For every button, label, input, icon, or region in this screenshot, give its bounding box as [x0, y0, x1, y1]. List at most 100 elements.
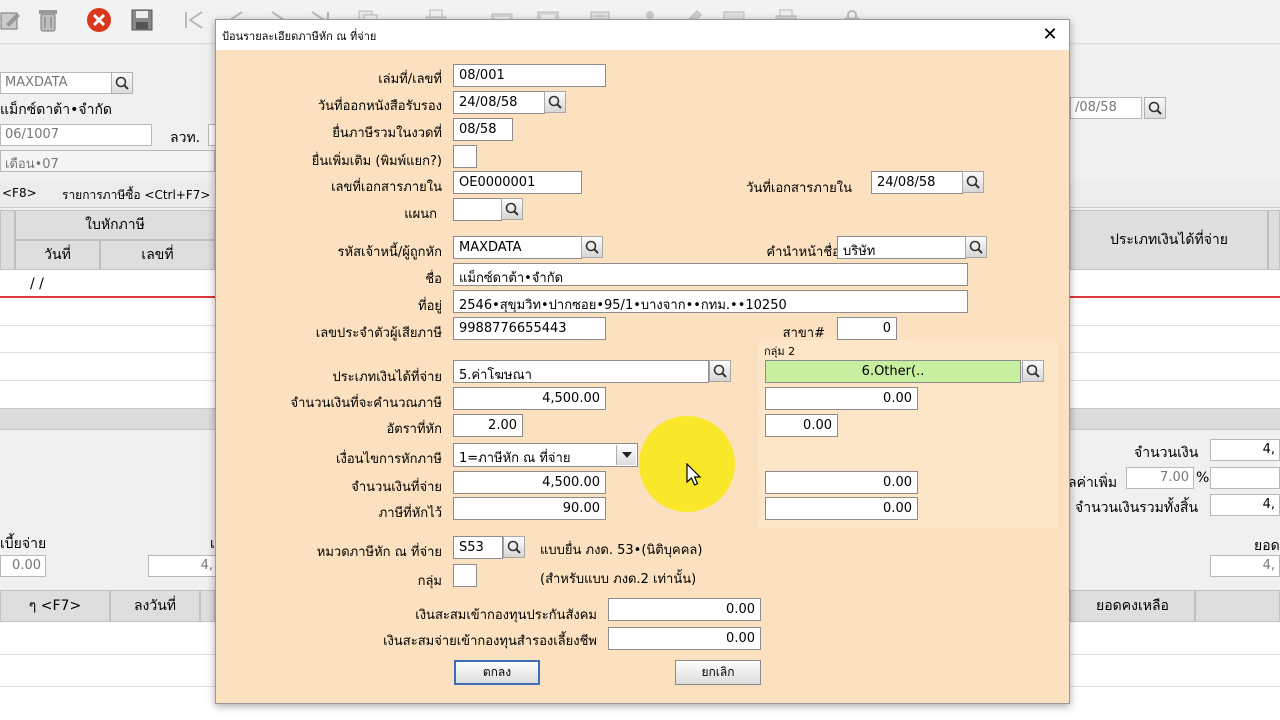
internal-doc-field[interactable]: OE0000001	[453, 171, 582, 194]
tax-id-label: ลวท.	[170, 130, 201, 146]
payer-code-label: รหัสเจ้าหนี้/ผู้ถูกหัก	[337, 245, 442, 260]
rate-2-field[interactable]: 0.00	[765, 414, 838, 437]
book-no-label: เล่มที่/เลขที่	[378, 72, 442, 87]
rate-label: อัตราที่หัก	[386, 422, 442, 437]
prefix-search-icon[interactable]	[965, 236, 987, 258]
file-period-field[interactable]: 08/58	[453, 118, 513, 141]
book-no-field[interactable]: 08/001	[453, 64, 606, 87]
cert-date-label: วันที่ออกหนังสือรับรอง	[317, 99, 442, 114]
vat-rate-field[interactable]: 7.00	[1126, 467, 1194, 489]
income-type-label: ประเภทเงินได้ที่จ่าย	[332, 370, 442, 385]
company-name-label: แม็กซ์ดาต้า•จำกัด	[0, 102, 113, 118]
taxable-amount-field[interactable]: 4,500.00	[453, 387, 606, 410]
group-field[interactable]	[453, 564, 477, 587]
income-type-field[interactable]: 5.ค่าโฆษณา	[453, 360, 709, 383]
tax-id-field[interactable]: 9988776655443	[453, 317, 606, 340]
withheld-field[interactable]: 90.00	[453, 497, 606, 520]
income-type-2-field[interactable]: 6.Other(..	[765, 360, 1021, 383]
mid-amount-field[interactable]: 4,	[148, 555, 218, 577]
internal-doc-date-field[interactable]: 24/08/58	[871, 171, 963, 194]
grid-corner	[0, 210, 15, 270]
withheld-label: ภาษีที่หักไว้	[378, 506, 442, 521]
save-icon[interactable]	[126, 4, 158, 36]
chevron-down-icon[interactable]	[616, 445, 636, 465]
social-security-field[interactable]: 0.00	[608, 598, 761, 621]
taxable-amount-2-field[interactable]: 0.00	[765, 387, 918, 410]
vat-pct: %	[1196, 470, 1210, 486]
close-icon[interactable]: ✕	[1041, 26, 1059, 44]
grand-total-field[interactable]: 4,	[1210, 494, 1280, 516]
taxable-amount-label: จำนวนเงินที่จะคำนวณภาษี	[290, 396, 442, 411]
wht-category-search-icon[interactable]	[503, 536, 525, 558]
address-field[interactable]: 2546•สุขุมวิท•ปากซอย•95/1•บางจาก••กทม.••…	[453, 290, 968, 313]
payer-code-field[interactable]: MAXDATA	[453, 236, 582, 259]
first-record-icon[interactable]	[178, 4, 210, 36]
cancel-icon[interactable]	[83, 4, 115, 36]
internal-doc-date-label: วันที่เอกสารภายใน	[746, 181, 852, 196]
branch-field[interactable]: 0	[837, 317, 897, 340]
additional-filing-label: ยื่นเพิ่มเติม (พิมพ์แยก?)	[311, 154, 442, 169]
department-label: แผนก	[404, 207, 437, 222]
cert-date-field[interactable]: 24/08/58	[453, 91, 545, 114]
name-label: ชื่อ	[425, 272, 442, 287]
right-date-search-icon[interactable]	[1144, 97, 1166, 119]
company-search-icon[interactable]	[111, 72, 133, 94]
interest-label: เบี้ยจ่าย	[0, 536, 47, 552]
bottom-grid-header-balance: ยอดคงเหลือ	[1070, 590, 1195, 622]
grid-header-date: วันที่	[15, 240, 100, 270]
rate-field[interactable]: 2.00	[453, 414, 523, 437]
name-field[interactable]: แม็กซ์ดาต้า•จำกัด	[453, 263, 968, 286]
amount-field[interactable]: 4,	[1210, 439, 1280, 461]
internal-doc-label: เลขที่เอกสารภายใน	[331, 180, 442, 195]
withholding-tax-dialog: ป้อนรายละเอียดภาษีหัก ณ ที่จ่าย ✕ เล่มที…	[215, 19, 1070, 704]
ok-button[interactable]: ตกลง	[454, 660, 540, 685]
grand-total-label: จำนวนเงินรวมทั้งสิ้น	[1075, 500, 1199, 516]
income-type-2-search-icon[interactable]	[1022, 360, 1044, 382]
delete-bin-icon[interactable]	[32, 4, 64, 36]
income-type-search-icon[interactable]	[709, 360, 731, 382]
department-field[interactable]	[453, 198, 502, 221]
payer-code-search-icon[interactable]	[581, 236, 603, 258]
additional-filing-checkbox[interactable]	[453, 145, 477, 168]
doc-no-field[interactable]: 06/1007	[0, 124, 152, 146]
prefix-field[interactable]: บริษัท	[837, 236, 966, 259]
cert-date-search-icon[interactable]	[544, 91, 566, 113]
wht-category-field[interactable]: S53	[453, 536, 503, 559]
total-label: ยอด	[1254, 538, 1280, 554]
bottom-grid-header-sign-date: ลงวันที่	[110, 590, 200, 622]
address-label: ที่อยู่	[418, 299, 442, 314]
period-field[interactable]: เดือน•07	[0, 150, 215, 172]
withheld-2-field[interactable]: 0.00	[765, 497, 918, 520]
wht-category-label: หมวดภาษีหัก ณ ที่จ่าย	[316, 545, 442, 560]
company-code-field[interactable]: MAXDATA	[0, 72, 112, 94]
grid-header-number: เลขที่	[100, 240, 215, 270]
right-date-field[interactable]: /08/58	[1070, 97, 1142, 119]
dialog-title-bar[interactable]: ป้อนรายละเอียดภาษีหัก ณ ที่จ่าย ✕	[216, 20, 1069, 50]
department-search-icon[interactable]	[501, 198, 523, 220]
interest-field[interactable]: 0.00	[0, 555, 46, 577]
paid-amount-label: จำนวนเงินที่จ่าย	[351, 480, 442, 495]
group2-caption: กลุ่ม 2	[764, 345, 796, 358]
group-desc: (สำหรับแบบ ภงด.2 เท่านั้น)	[540, 572, 697, 587]
amount-label: จำนวนเงิน	[1134, 445, 1199, 461]
provident-fund-field[interactable]: 0.00	[608, 627, 761, 650]
tab-purchase-tax[interactable]: รายการภาษีซื้อ <Ctrl+F7>	[62, 186, 210, 205]
condition-label: เงื่อนไขการหักภาษี	[336, 452, 442, 467]
file-period-label: ยื่นภาษีรวมในงวดที่	[332, 126, 442, 141]
vat-label: ลค่าเพิ่ม	[1068, 475, 1118, 491]
edit-icon[interactable]	[0, 4, 26, 36]
paid-amount-field[interactable]: 4,500.00	[453, 471, 606, 494]
grid-header-extra	[1268, 210, 1280, 270]
dialog-title: ป้อนรายละเอียดภาษีหัก ณ ที่จ่าย	[222, 30, 377, 43]
paid-amount-2-field[interactable]: 0.00	[765, 471, 918, 494]
group-label: กลุ่ม	[417, 574, 442, 589]
tab-f8[interactable]: <F8>	[2, 186, 37, 200]
bottom-grid-header-f7: ๆ <F7>	[0, 590, 110, 622]
total-field[interactable]: 4,	[1210, 555, 1280, 577]
vat-amount-field[interactable]	[1210, 467, 1280, 489]
condition-value: 1=ภาษีหัก ณ ที่จ่าย	[459, 451, 571, 466]
condition-select[interactable]: 1=ภาษีหัก ณ ที่จ่าย	[453, 443, 638, 467]
grid-row-date: / /	[30, 276, 44, 292]
cancel-button[interactable]: ยกเลิก	[675, 660, 761, 685]
internal-doc-date-search-icon[interactable]	[962, 171, 984, 193]
